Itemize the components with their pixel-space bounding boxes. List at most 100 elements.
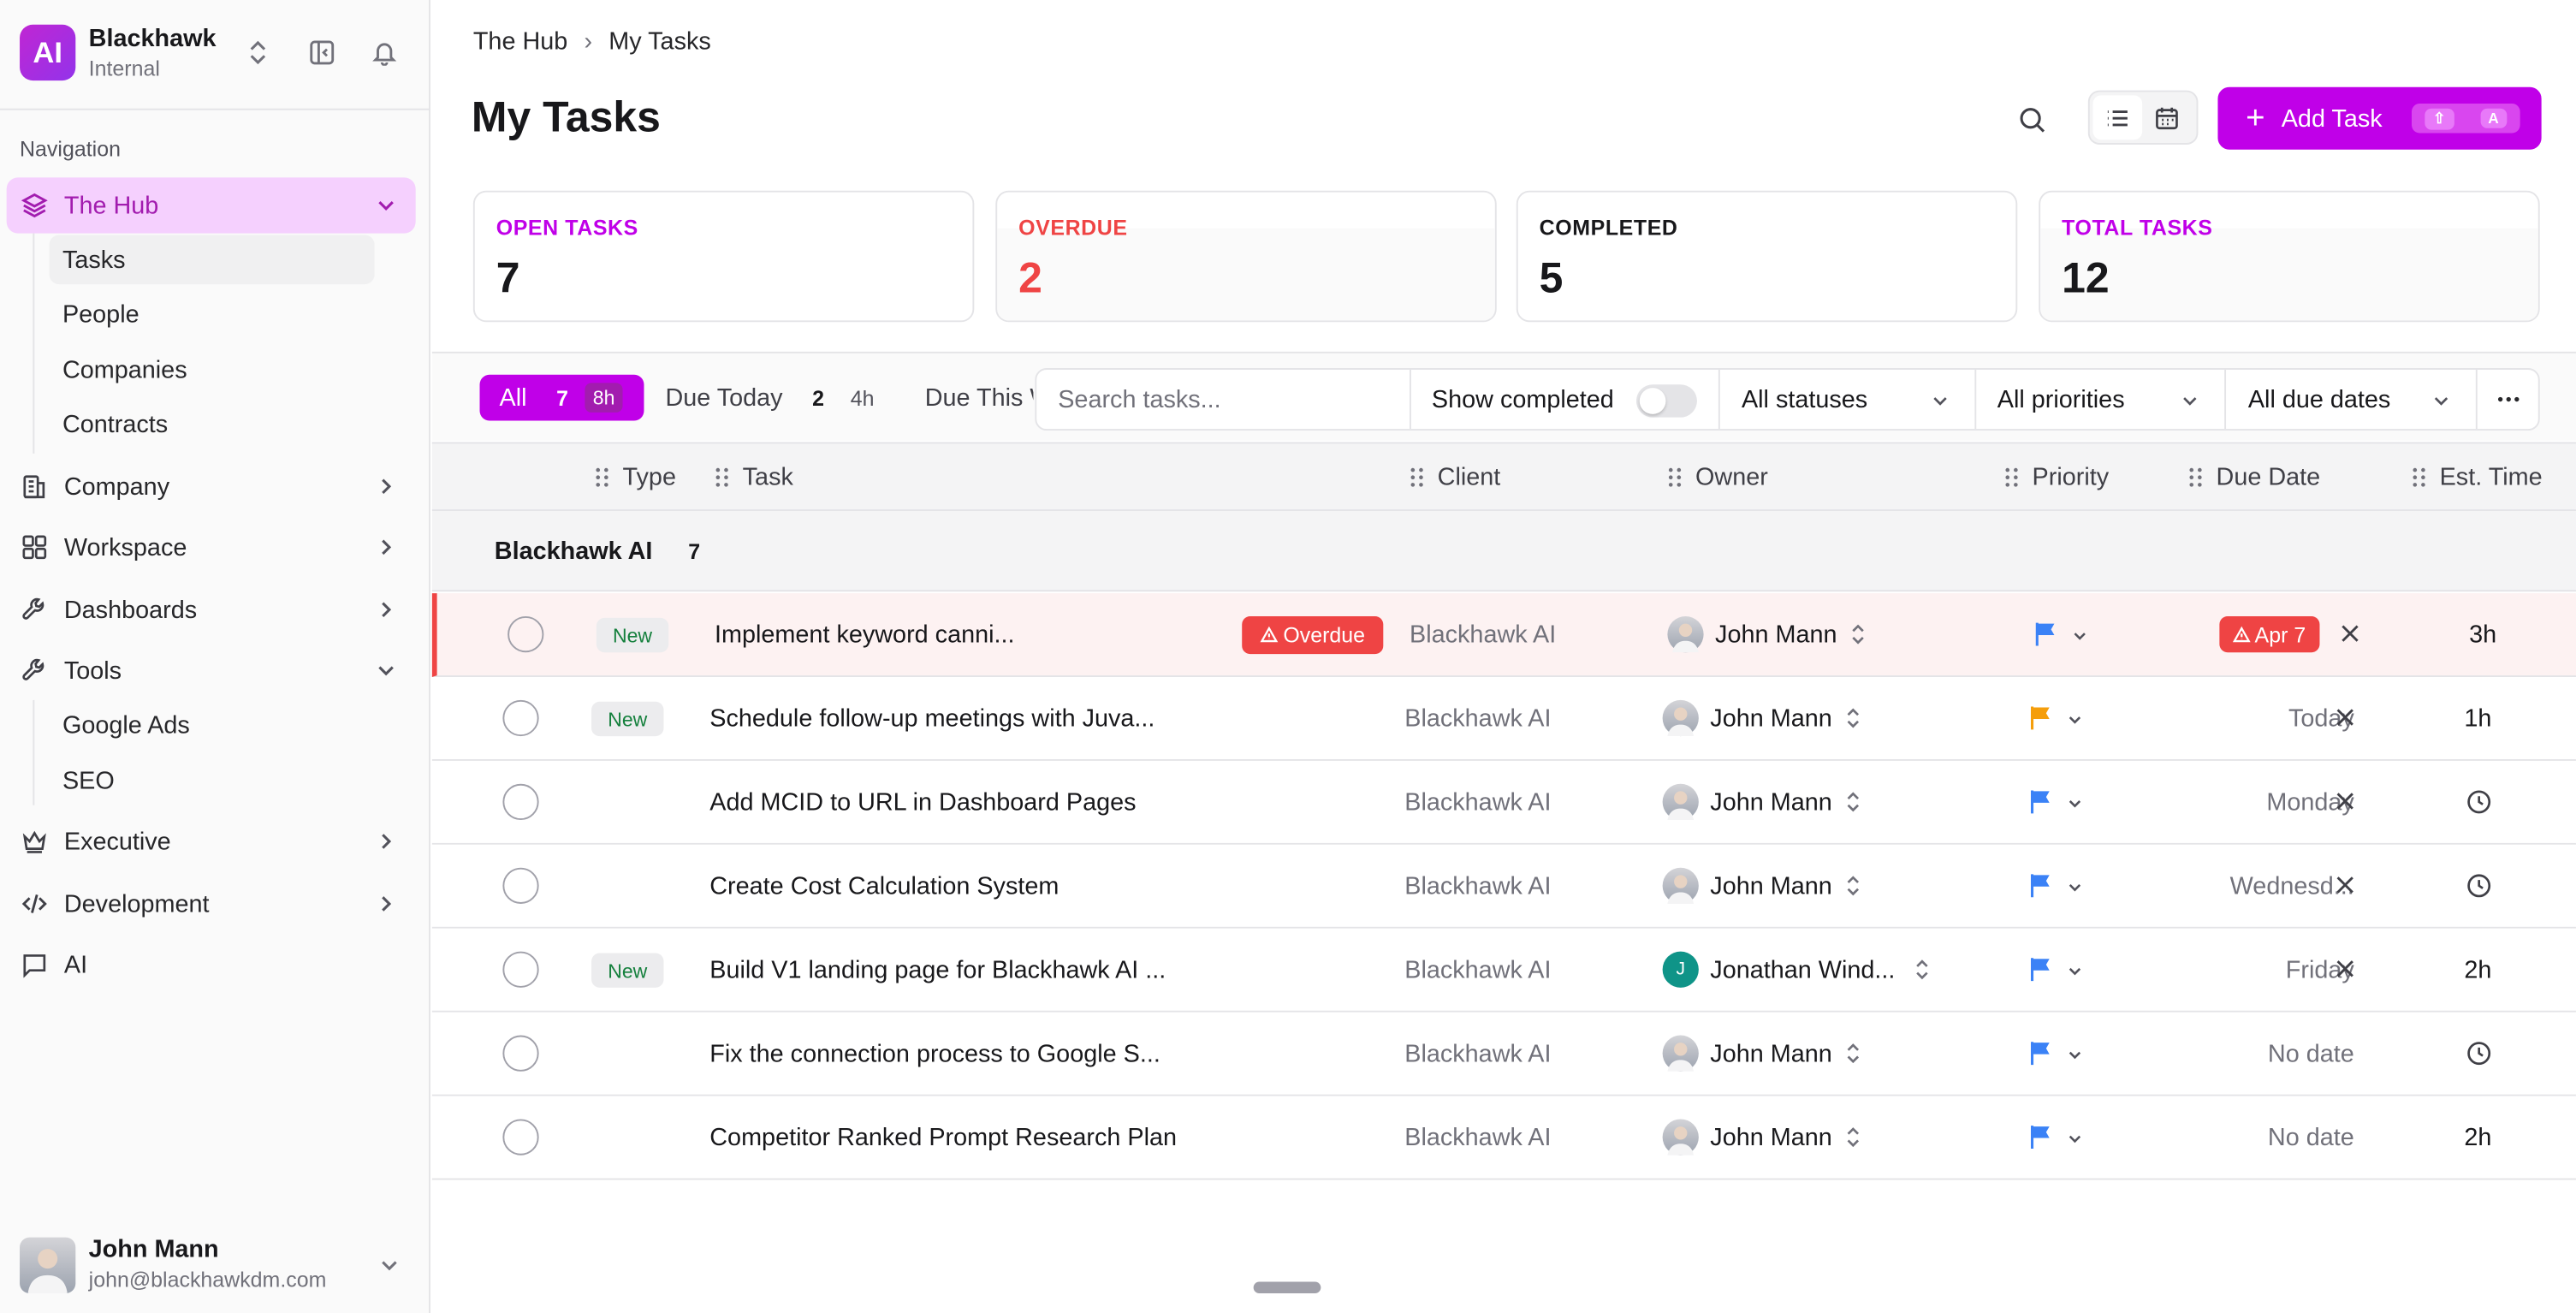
priority-flag-icon[interactable] [2029,1040,2052,1066]
due-date[interactable]: No date [2268,1096,2354,1179]
clear-due-date-icon[interactable] [2335,790,2356,811]
owner-name[interactable]: John Mann [1710,677,1831,759]
sidebar-subitem-people[interactable]: People [50,289,375,339]
client-name[interactable]: Blackhawk AI [1404,845,1551,927]
search-icon[interactable] [2013,100,2052,140]
column-header-priority[interactable]: Priority [2004,463,2109,491]
owner-name[interactable]: John Mann [1710,845,1831,927]
scroll-handle[interactable] [1253,1281,1321,1293]
task-title[interactable]: Schedule follow-up meetings with Juva... [709,677,1154,759]
owner-select-icon[interactable] [1845,1124,1861,1150]
owner-name[interactable]: John Mann [1715,593,1837,675]
table-row[interactable]: Add MCID to URL in Dashboard Pages Blackh… [431,760,2576,845]
owner-name[interactable]: Jonathan Wind... [1710,929,1895,1011]
column-header-task[interactable]: Task [715,463,793,491]
complete-checkbox[interactable] [502,1035,539,1072]
owner-name[interactable]: John Mann [1710,761,1831,843]
complete-checkbox[interactable] [502,699,539,737]
task-title[interactable]: Create Cost Calculation System [709,845,1059,927]
chevron-down-icon[interactable] [2065,792,2085,811]
sidebar-subitem-companies[interactable]: Companies [50,345,375,395]
list-view-icon[interactable] [2092,95,2143,140]
clear-due-date-icon[interactable] [2340,623,2361,645]
drag-handle-icon[interactable] [715,466,729,488]
owner-select-icon[interactable] [1914,956,1930,983]
due-date-filter-select[interactable]: All due dates [2227,369,2478,430]
user-name[interactable]: John Mann [89,1236,219,1264]
due-date[interactable]: No date [2268,1013,2354,1095]
sidebar-item-ai[interactable]: AI [7,936,416,992]
task-title[interactable]: Competitor Ranked Prompt Research Plan [709,1096,1177,1179]
priority-flag-icon[interactable] [2029,705,2052,732]
complete-checkbox[interactable] [502,951,539,988]
calendar-view-icon[interactable] [2142,95,2192,140]
notifications-bell-icon[interactable] [370,38,400,68]
estimated-time[interactable]: 2h [2464,929,2491,1011]
breadcrumb-root[interactable]: The Hub [473,28,567,56]
column-header-owner[interactable]: Owner [1667,463,1768,491]
sidebar-item-development[interactable]: Development [7,876,416,931]
chevron-down-icon[interactable] [2065,1127,2085,1147]
client-name[interactable]: Blackhawk AI [1410,593,1556,675]
add-task-button[interactable]: + Add Task ⇧ A [2217,86,2542,150]
search-tasks-input[interactable]: Search tasks... [1036,369,1410,430]
show-completed-toggle[interactable] [1636,384,1698,418]
estimated-time[interactable]: 1h [2464,677,2491,759]
sidebar-item-tools[interactable]: Tools [7,643,416,698]
filter-tab-all[interactable]: All 7 8h [479,374,644,421]
status-filter-select[interactable]: All statuses [1720,369,1976,430]
client-name[interactable]: Blackhawk AI [1404,761,1551,843]
sidebar-item-dashboards[interactable]: Dashboards [7,582,416,638]
priority-flag-icon[interactable] [2029,1124,2052,1150]
filter-tab-due-this-week[interactable]: Due This Week [925,375,1034,421]
clear-due-date-icon[interactable] [2335,874,2356,895]
user-avatar[interactable] [20,1237,76,1293]
sidebar-item-the-hub[interactable]: The Hub [6,177,416,234]
sidebar-item-workspace[interactable]: Workspace [7,520,416,575]
workspace-logo[interactable]: AI [20,24,76,81]
column-header-due-date[interactable]: Due Date [2188,463,2320,491]
clear-due-date-icon[interactable] [2335,958,2356,979]
sidebar-subitem-seo[interactable]: SEO [50,756,375,805]
filter-tab-due-today[interactable]: Due Today 2 4h [665,375,874,421]
owner-select-icon[interactable] [1849,621,1866,648]
column-header-type[interactable]: Type [595,463,676,491]
table-row[interactable]: New Schedule follow-up meetings with Juva… [431,676,2576,761]
clock-icon[interactable] [2466,1040,2492,1066]
client-name[interactable]: Blackhawk AI [1404,929,1551,1011]
chevron-down-icon[interactable] [2070,625,2090,645]
chevron-down-icon[interactable] [2065,708,2085,728]
column-header-est-time[interactable]: Est. Time [2412,463,2543,491]
more-options-icon[interactable] [2478,370,2538,429]
table-row[interactable]: Competitor Ranked Prompt Research Plan Bl… [431,1096,2576,1180]
drag-handle-icon[interactable] [595,466,609,488]
drag-handle-icon[interactable] [2412,466,2426,488]
owner-select-icon[interactable] [1845,789,1861,816]
priority-flag-icon[interactable] [2029,956,2052,983]
complete-checkbox[interactable] [502,867,539,904]
owner-select-icon[interactable] [1845,1040,1861,1066]
clear-due-date-icon[interactable] [2335,707,2356,728]
sidebar-item-executive[interactable]: Executive [7,813,416,869]
task-title[interactable]: Fix the connection process to Google S..… [709,1013,1160,1095]
chevron-down-icon[interactable] [2065,960,2085,979]
owner-name[interactable]: John Mann [1710,1096,1831,1179]
chevron-down-icon[interactable] [2065,1043,2085,1063]
task-title[interactable]: Build V1 landing page for Blackhawk AI .… [709,929,1166,1011]
complete-checkbox[interactable] [507,615,544,653]
table-row[interactable]: Fix the connection process to Google S..… [431,1012,2576,1096]
column-header-client[interactable]: Client [1410,463,1500,491]
sidebar-subitem-contracts[interactable]: Contracts [50,400,375,449]
due-date-overdue-badge[interactable]: Apr 7 [2219,615,2320,653]
sidebar-subitem-tasks[interactable]: Tasks [49,235,375,285]
complete-checkbox[interactable] [502,1119,539,1156]
table-row[interactable]: New Implement keyword canni... Overdue Blac… [431,593,2576,677]
owner-name[interactable]: John Mann [1710,1013,1831,1095]
complete-checkbox[interactable] [502,783,539,821]
chevron-down-icon[interactable] [377,1252,403,1279]
group-header[interactable]: Blackhawk AI 7 [431,511,2576,592]
drag-handle-icon[interactable] [1410,466,1424,488]
drag-handle-icon[interactable] [2188,466,2203,488]
clock-icon[interactable] [2466,872,2492,899]
owner-select-icon[interactable] [1845,872,1861,899]
